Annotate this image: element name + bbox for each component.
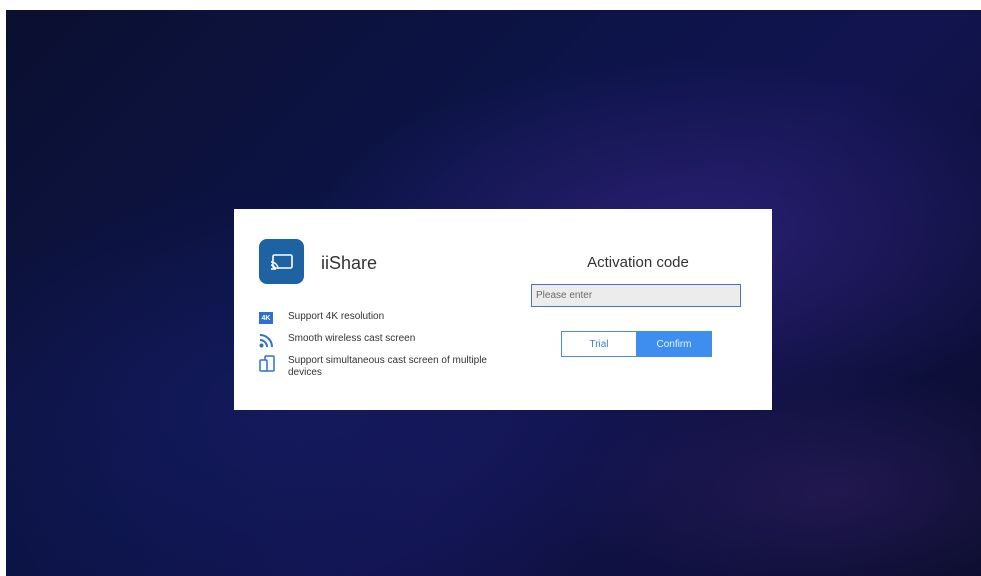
trial-button[interactable]: Trial [561, 331, 637, 357]
wireless-cast-icon [259, 334, 273, 348]
feature-item-multi-device: Support simultaneous cast screen of mult… [259, 355, 488, 379]
feature-label: Support 4K resolution [288, 311, 385, 322]
feature-label: Smooth wireless cast screen [288, 333, 416, 344]
activation-dialog: iiShare 4K Support 4K resolution Smooth … [234, 209, 772, 410]
multi-device-icon [259, 355, 275, 372]
feature-label: Support simultaneous cast screen of mult… [288, 355, 487, 378]
activation-code-input[interactable] [531, 284, 741, 307]
confirm-button[interactable]: Confirm [636, 331, 712, 357]
app-name: iiShare [321, 253, 378, 273]
cast-screen-icon [270, 253, 293, 270]
4k-icon: 4K [259, 312, 273, 324]
activation-title: Activation code [587, 254, 689, 271]
feature-item-wireless: Smooth wireless cast screen [259, 333, 488, 349]
app-icon [259, 239, 304, 284]
desktop-background: iiShare 4K Support 4K resolution Smooth … [6, 10, 981, 576]
feature-item-4k: 4K Support 4K resolution [259, 311, 488, 327]
